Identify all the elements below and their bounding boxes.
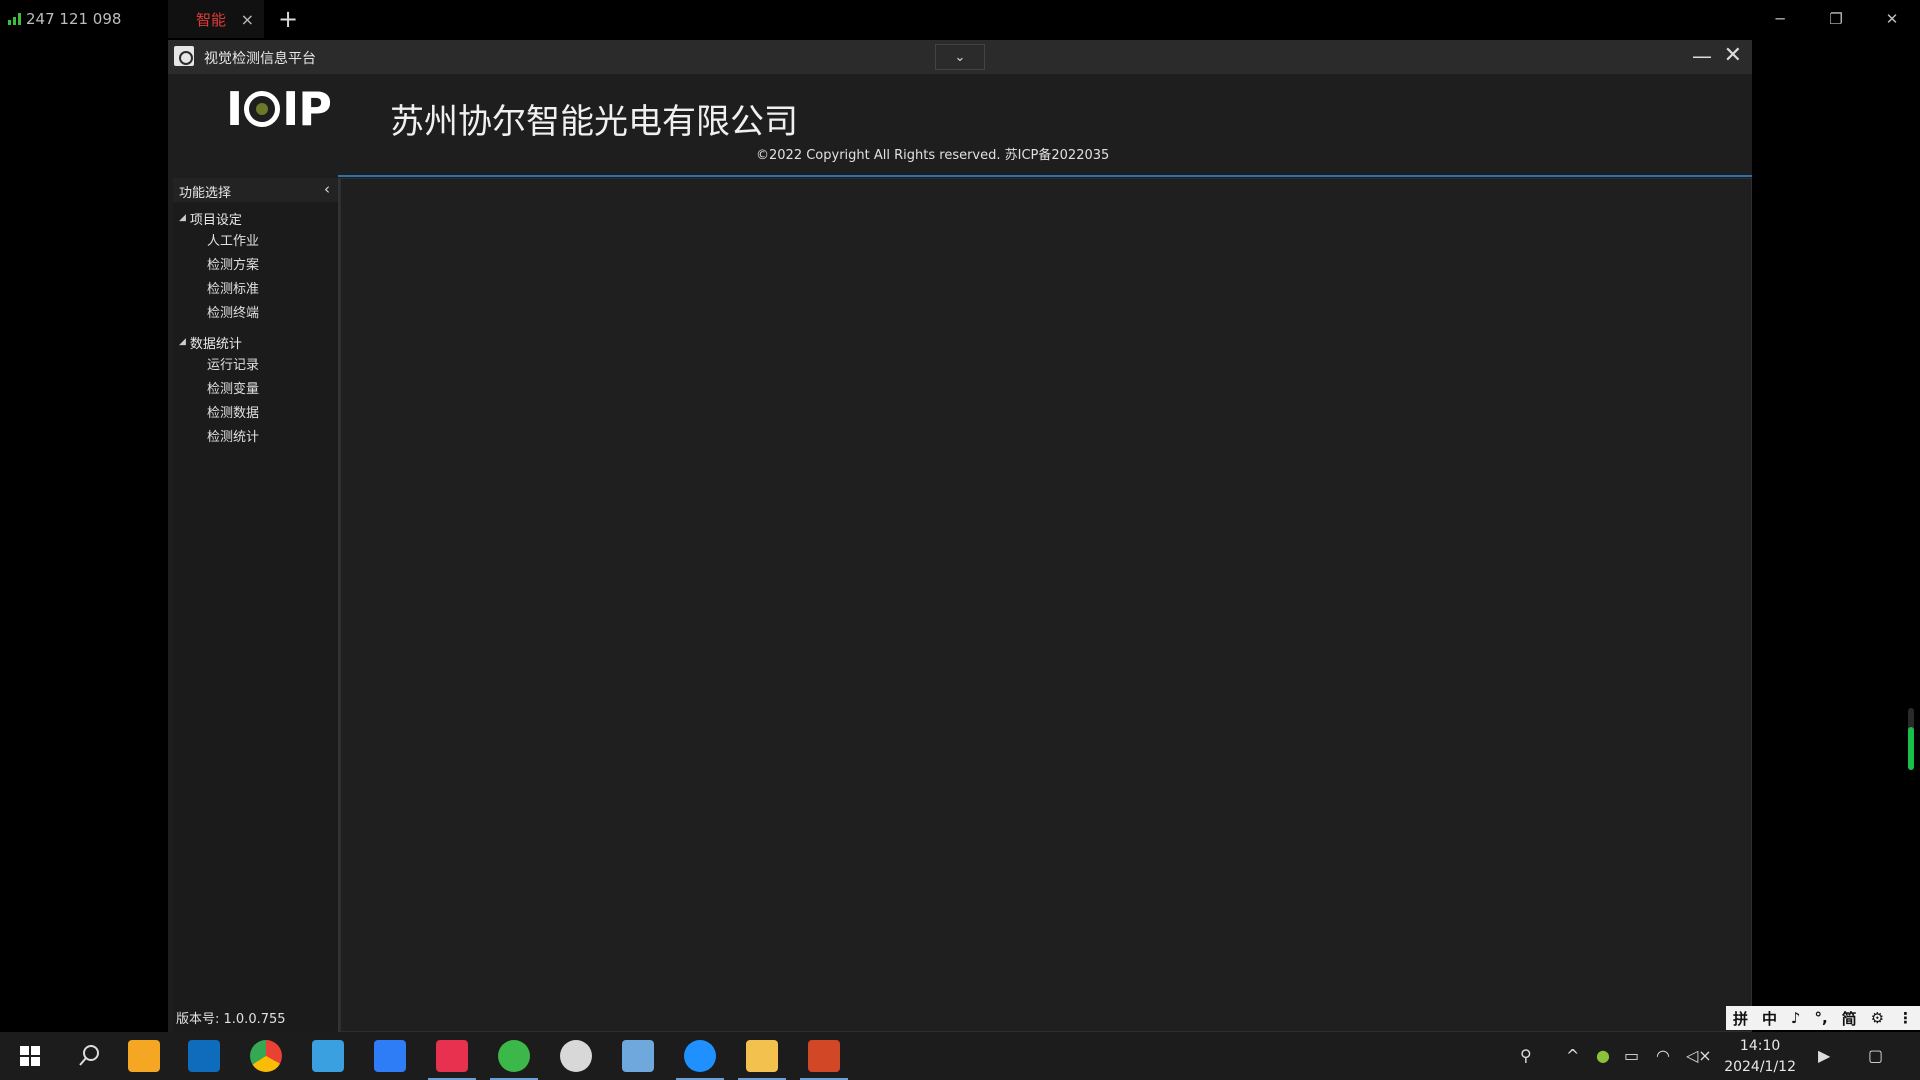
app-logo-icon [174, 46, 194, 66]
ime-simplified-icon[interactable]: 简 [1842, 1008, 1857, 1029]
level-gauge [1908, 708, 1914, 770]
tab-smart[interactable]: 智能 × [168, 0, 264, 38]
logo-text-left: I [226, 82, 243, 136]
search-icon[interactable] [74, 1040, 106, 1072]
remote-app-icon[interactable] [312, 1040, 344, 1072]
outlook-icon[interactable] [188, 1040, 220, 1072]
connection-id: 247 121 098 [26, 10, 122, 28]
office-icon[interactable] [800, 1040, 848, 1080]
clock-date: 2024/1/12 [1724, 1059, 1796, 1075]
sidebar: 功能选择 ‹ ◢ 项目设定 人工作业 检测方案 检测标准 检测终端 ◢ 数据统计… [173, 178, 340, 1032]
copyright-text: ©2022 Copyright All Rights reserved. 苏IC… [756, 148, 1110, 163]
sidebar-item-inspection-standard[interactable]: 检测标准 [173, 278, 338, 302]
sidebar-item-inspection-plan[interactable]: 检测方案 [173, 254, 338, 278]
ime-chinese-icon[interactable]: 中 [1762, 1008, 1777, 1029]
sidebar-title: 功能选择 [179, 186, 232, 201]
active-app-icon[interactable] [428, 1040, 476, 1080]
ime-moon-icon[interactable]: ♪ [1791, 1009, 1801, 1027]
remote-window-controls: ─ ❐ ✕ [1752, 0, 1920, 38]
expand-triangle-icon[interactable]: ◢ [179, 213, 186, 223]
signal-icon [8, 13, 22, 25]
file-explorer-icon[interactable] [738, 1040, 786, 1080]
sidebar-group-header[interactable]: ◢ 数据统计 [173, 330, 338, 354]
connection-tab[interactable]: 247 121 098 [8, 8, 121, 30]
ime-punct-icon[interactable]: °, [1814, 1009, 1827, 1027]
wifi-icon[interactable]: ◠ [1656, 1046, 1670, 1065]
sidebar-group-statistics: ◢ 数据统计 运行记录 检测变量 检测数据 检测统计 [173, 330, 338, 450]
browser-e-icon[interactable] [490, 1040, 538, 1080]
chat-search-icon[interactable] [676, 1040, 724, 1080]
clock-time: 14:10 [1739, 1038, 1781, 1054]
media-icon[interactable]: ▶ [1818, 1046, 1830, 1065]
app-header: I IP 苏州协尔智能光电有限公司 ©2022 Copyright All Ri… [168, 74, 1752, 174]
close-icon[interactable]: ✕ [1864, 0, 1920, 38]
expand-triangle-icon[interactable]: ◢ [179, 337, 186, 347]
sidebar-item-run-log[interactable]: 运行记录 [173, 354, 338, 378]
company-logo: I IP [226, 82, 332, 136]
group-label: 项目设定 [189, 212, 242, 228]
paint-icon[interactable] [560, 1040, 592, 1072]
logo-text-right: IP [282, 82, 332, 136]
pen-icon[interactable] [622, 1040, 654, 1072]
collapse-sidebar-icon[interactable]: ‹ [324, 180, 330, 198]
app-title: 视觉检测信息平台 [204, 51, 316, 67]
sidebar-item-inspection-data[interactable]: 检测数据 [173, 402, 338, 426]
sidebar-group-header[interactable]: ◢ 项目设定 [173, 206, 338, 230]
remote-tab-strip: 247 121 098 智能 × + ─ ❐ ✕ [0, 0, 1920, 38]
chrome-icon[interactable] [250, 1040, 282, 1072]
ime-settings-icon[interactable]: ⚙ [1871, 1009, 1884, 1027]
volume-muted-icon[interactable]: ◁× [1686, 1046, 1712, 1065]
sidebar-item-inspection-variables[interactable]: 检测变量 [173, 378, 338, 402]
windows-start-icon[interactable] [14, 1040, 46, 1072]
tab-label: 智能 [196, 10, 227, 29]
sidebar-group-project: ◢ 项目设定 人工作业 检测方案 检测标准 检测终端 [173, 206, 338, 326]
sidebar-item-inspection-terminal[interactable]: 检测终端 [173, 302, 338, 326]
sidebar-header: 功能选择 ‹ [173, 178, 338, 202]
cloud-app-icon[interactable] [374, 1040, 406, 1072]
minimize-button[interactable]: — [1692, 44, 1712, 68]
close-button[interactable]: ✕ [1724, 43, 1742, 68]
notification-icon[interactable]: ▢ [1868, 1046, 1883, 1065]
sidebar-item-manual-work[interactable]: 人工作业 [173, 230, 338, 254]
company-name: 苏州协尔智能光电有限公司 [390, 102, 798, 142]
app-window: 视觉检测信息平台 ⌄ — ✕ I IP 苏州协尔智能光电有限公司 ©2022 C… [168, 40, 1752, 1032]
sidebar-item-inspection-statistics[interactable]: 检测统计 [173, 426, 338, 450]
chevron-down-icon[interactable]: ⌄ [935, 44, 985, 70]
people-icon[interactable]: ⚲ [1520, 1046, 1532, 1065]
main-content-area [340, 178, 1752, 1032]
group-label: 数据统计 [189, 336, 242, 352]
close-tab-icon[interactable]: × [241, 10, 254, 29]
chevron-up-icon[interactable]: ^ [1566, 1046, 1579, 1065]
tray-app-icon[interactable]: ● [1596, 1046, 1610, 1065]
ime-more-icon[interactable]: ⋮ [1898, 1009, 1913, 1027]
minimize-icon[interactable]: ─ [1752, 0, 1808, 38]
ime-toolbar: 拼 中 ♪ °, 简 ⚙ ⋮ [1726, 1006, 1920, 1030]
taskbar: ⚲ ^ ● ▭ ◠ ◁× 14:10 2024/1/12 ▶ ▢ [0, 1032, 1920, 1080]
version-label: 版本号: 1.0.0.755 [176, 1012, 286, 1027]
ime-pinyin-icon[interactable]: 拼 [1733, 1008, 1748, 1029]
add-tab-icon[interactable]: + [278, 4, 298, 34]
app-titlebar: 视觉检测信息平台 ⌄ — ✕ [168, 40, 1752, 74]
logo-ring-icon [244, 91, 281, 127]
battery-icon[interactable]: ▭ [1624, 1046, 1639, 1065]
level-gauge-fill [1908, 726, 1914, 770]
clock[interactable]: 14:10 2024/1/12 [1724, 1036, 1796, 1078]
header-divider [338, 175, 1752, 177]
app-star-icon[interactable] [128, 1040, 160, 1072]
restore-icon[interactable]: ❐ [1808, 0, 1864, 38]
